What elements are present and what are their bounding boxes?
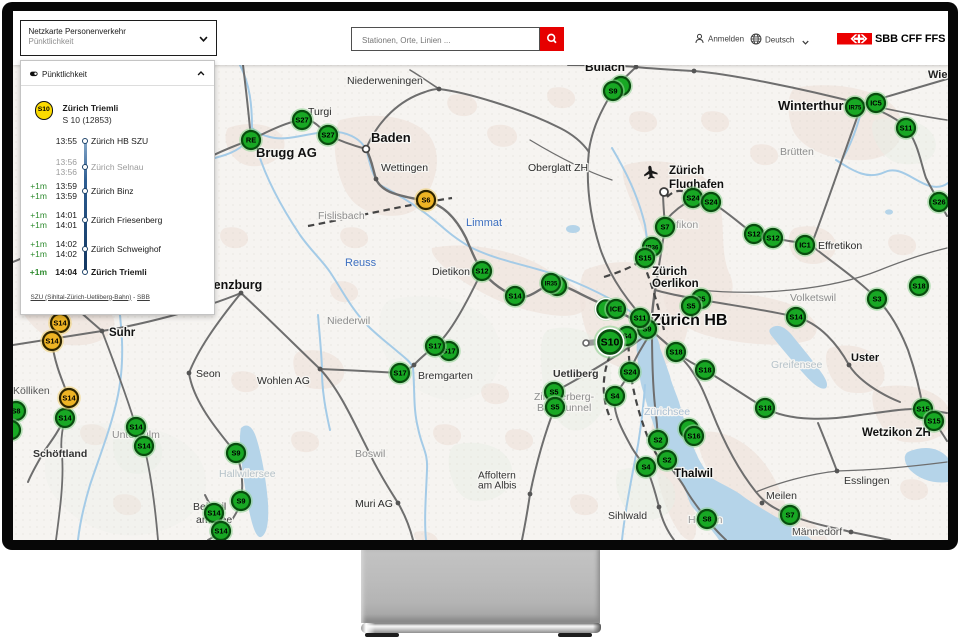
svg-text:Suhr: Suhr [109,327,136,339]
svg-text:Seon: Seon [196,368,221,380]
svg-text:S24: S24 [686,193,700,202]
svg-text:Esslingen: Esslingen [844,475,890,487]
svg-text:S7: S7 [785,510,794,519]
svg-text:Hallwilersee: Hallwilersee [219,468,276,480]
svg-text:S14: S14 [789,312,803,321]
svg-text:S2: S2 [653,435,662,444]
svg-text:Niederweningen: Niederweningen [347,75,423,87]
svg-text:Uster: Uster [851,352,880,364]
svg-text:S18: S18 [698,365,711,374]
svg-text:S14: S14 [58,413,72,422]
svg-text:am Albis: am Albis [478,481,517,492]
svg-text:Wohlen AG: Wohlen AG [257,375,310,387]
svg-text:S15: S15 [638,253,651,262]
svg-text:Zürichsee: Zürichsee [644,406,690,418]
svg-text:Bülach: Bülach [585,65,625,74]
svg-text:Brugg AG: Brugg AG [256,145,317,160]
svg-text:Meilen: Meilen [766,490,797,502]
svg-text:S11: S11 [634,313,647,322]
svg-text:S14: S14 [508,291,522,300]
svg-text:S2: S2 [662,455,671,464]
svg-text:S24: S24 [623,367,637,376]
svg-text:S14: S14 [53,318,67,327]
svg-text:RE: RE [246,135,256,144]
svg-text:Uetliberg: Uetliberg [553,368,599,380]
svg-text:S27: S27 [321,130,334,139]
svg-text:S18: S18 [758,403,771,412]
svg-text:S15: S15 [927,416,940,425]
svg-text:S6: S6 [421,195,430,204]
svg-text:Effretikon: Effretikon [818,240,862,252]
svg-text:Brütten: Brütten [780,146,814,158]
svg-text:S4: S4 [610,391,620,400]
svg-text:S10: S10 [601,337,620,349]
svg-text:S14: S14 [45,336,59,345]
svg-text:Wettingen: Wettingen [381,162,428,174]
svg-text:S17: S17 [393,368,406,377]
svg-text:IC5: IC5 [870,98,882,107]
svg-text:S8: S8 [702,514,711,523]
svg-text:S5: S5 [549,387,558,396]
svg-text:S14: S14 [129,422,143,431]
svg-text:S5: S5 [550,402,559,411]
svg-text:S9: S9 [231,448,240,457]
svg-text:S3: S3 [872,294,881,303]
svg-text:Zürich: Zürich [652,266,687,278]
svg-text:ICE: ICE [610,304,622,313]
svg-text:S14: S14 [62,393,76,402]
svg-text:Schöftland: Schöftland [33,448,87,460]
svg-text:Winterthur: Winterthur [778,98,844,113]
svg-text:S11: S11 [900,123,913,132]
svg-text:S24: S24 [704,197,718,206]
svg-text:Boswil: Boswil [355,448,385,460]
svg-text:S9: S9 [608,86,617,95]
svg-text:S12: S12 [747,229,760,238]
svg-text:S26: S26 [932,197,945,206]
svg-text:S14: S14 [207,508,221,517]
svg-text:S18: S18 [912,281,925,290]
svg-text:Baden: Baden [371,130,411,145]
svg-text:Sihlwald: Sihlwald [608,510,647,522]
svg-text:Greifensee: Greifensee [771,359,823,371]
svg-text:S14: S14 [137,441,151,450]
svg-text:Fislisbach: Fislisbach [318,210,365,222]
svg-text:Kölliken: Kölliken [13,385,50,397]
svg-text:Männedorf: Männedorf [792,526,842,538]
svg-text:S12: S12 [766,233,779,242]
svg-text:Zürich: Zürich [669,165,704,177]
svg-text:Muri AG: Muri AG [355,498,393,510]
svg-text:S12: S12 [475,266,488,275]
svg-text:S16: S16 [687,431,700,440]
svg-text:S27: S27 [295,115,308,124]
svg-text:Dietikon: Dietikon [432,266,470,278]
svg-text:Wetzikon ZH: Wetzikon ZH [862,427,931,439]
svg-text:S4: S4 [641,462,651,471]
svg-text:S14: S14 [214,526,228,535]
svg-text:IR75: IR75 [849,105,862,111]
svg-text:IC1: IC1 [799,240,811,249]
svg-text:Reuss: Reuss [345,257,377,269]
svg-text:Oerlikon: Oerlikon [652,278,699,290]
svg-text:Thalwil: Thalwil [674,468,713,480]
svg-text:S8: S8 [13,406,21,415]
svg-text:S18: S18 [669,347,682,356]
svg-text:S9: S9 [236,496,245,505]
svg-text:S5: S5 [686,301,695,310]
svg-text:Wiesend: Wiesend [928,69,948,81]
svg-text:Volketswil: Volketswil [790,292,836,304]
svg-text:IR35: IR35 [545,281,558,287]
svg-text:Limmat: Limmat [466,217,502,229]
svg-text:Niederwil: Niederwil [327,315,370,327]
svg-text:S17: S17 [428,341,441,350]
svg-text:Oberglatt ZH: Oberglatt ZH [528,162,588,174]
svg-text:Bremgarten: Bremgarten [418,370,473,382]
svg-text:S7: S7 [660,222,669,231]
